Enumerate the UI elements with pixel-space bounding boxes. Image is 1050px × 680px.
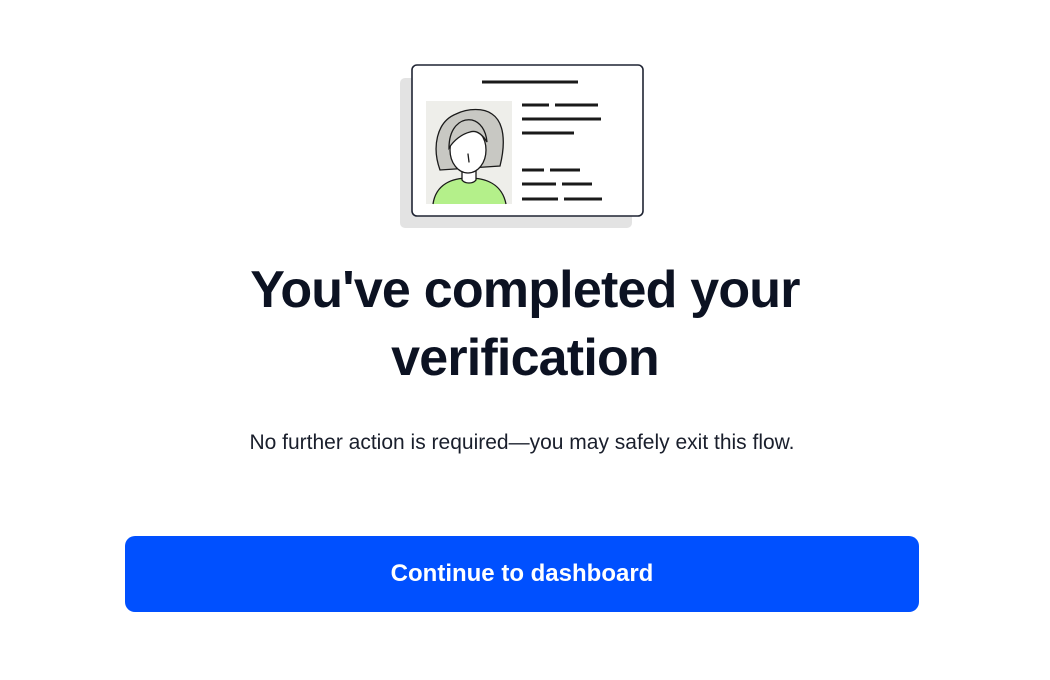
status-message: No further action is required—you may sa… [249, 431, 795, 454]
id-card-icon [400, 64, 644, 228]
verification-complete-page: You've completed your verification No fu… [0, 0, 1050, 680]
id-photo [426, 101, 512, 205]
page-title: You've completed your verification [250, 261, 800, 387]
continue-to-dashboard-button[interactable]: Continue to dashboard [125, 536, 919, 612]
